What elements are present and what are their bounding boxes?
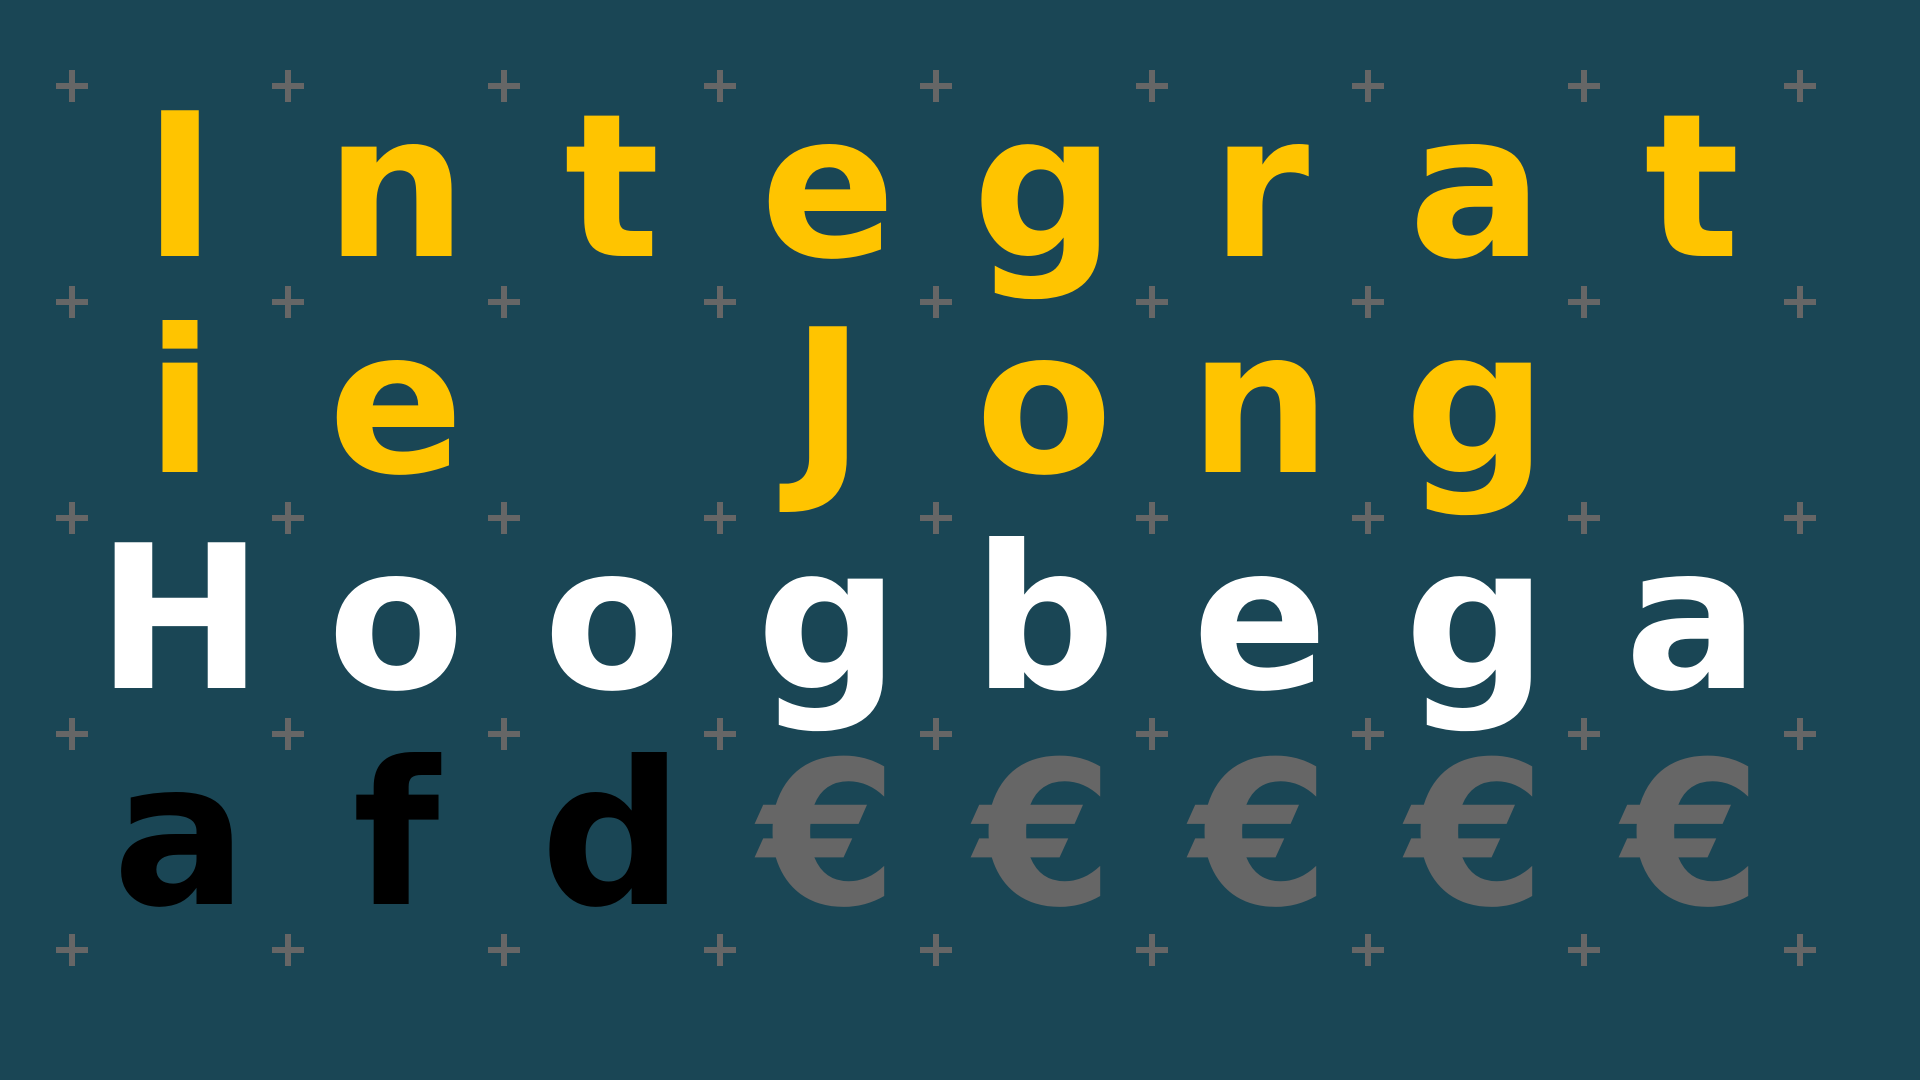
letter-glyph: € (1622, 719, 1762, 952)
letter-cell: i (72, 302, 288, 518)
letter-cell: n (288, 86, 504, 302)
letter-cell: d (504, 734, 720, 950)
letter-cell: J (720, 302, 936, 518)
letter-cell: € (1152, 734, 1368, 950)
letter-cell: g (1368, 302, 1584, 518)
letter-glyph: g (1404, 287, 1548, 520)
letter-glyph: o (543, 503, 681, 736)
letter-glyph: a (1408, 71, 1544, 304)
letter-cell: a (1584, 518, 1800, 734)
letter-glyph: e (760, 71, 896, 304)
letter-cell: o (936, 302, 1152, 518)
letter-cell: e (720, 86, 936, 302)
letter-cell: a (72, 734, 288, 950)
letter-cell: r (1152, 86, 1368, 302)
letter-glyph: g (972, 71, 1116, 304)
letter-cell: € (936, 734, 1152, 950)
letter-glyph: t (564, 71, 660, 304)
letter-cell: H (72, 518, 288, 734)
letter-glyph: f (352, 719, 440, 952)
letter-glyph: i (145, 287, 215, 520)
letter-glyph: a (112, 719, 248, 952)
letter-glyph: g (1404, 503, 1548, 736)
letter-cell: e (288, 302, 504, 518)
letter-glyph: e (1192, 503, 1328, 736)
letter-glyph: I (142, 71, 218, 304)
letter-glyph: o (975, 287, 1113, 520)
letter-glyph: H (96, 503, 264, 736)
letter-glyph: d (540, 719, 684, 952)
letter-glyph: t (1644, 71, 1740, 304)
letter-cell: g (936, 86, 1152, 302)
letter-glyph: J (790, 287, 866, 520)
letter-cell: t (1584, 86, 1800, 302)
letter-glyph: n (324, 71, 468, 304)
letter-cell: t (504, 86, 720, 302)
letter-cell: a (1368, 86, 1584, 302)
letter-glyph: o (327, 503, 465, 736)
letter-cell: f (288, 734, 504, 950)
letter-glyph: € (974, 719, 1114, 952)
letter-glyph: n (1188, 287, 1332, 520)
letter-grid-canvas: In t e g r a t i e Jo n g Ho o g b e g a a f d € € € € € (0, 0, 1920, 1080)
letter-cell: € (720, 734, 936, 950)
letter-glyph: € (1190, 719, 1330, 952)
letter-glyph: g (756, 503, 900, 736)
letter-glyph: € (758, 719, 898, 952)
letter-glyph: € (1406, 719, 1546, 952)
letter-cell: I (72, 86, 288, 302)
letter-cell: o (504, 518, 720, 734)
letter-cell: n (1152, 302, 1368, 518)
letter-cell: b (936, 518, 1152, 734)
letter-cell: g (1368, 518, 1584, 734)
letter-glyph: r (1210, 71, 1310, 304)
letter-cell: g (720, 518, 936, 734)
letter-cell: o (288, 518, 504, 734)
letter-cell: € (1584, 734, 1800, 950)
letter-cell: e (1152, 518, 1368, 734)
letter-cell: € (1368, 734, 1584, 950)
letter-glyph: b (972, 503, 1116, 736)
letter-glyph: e (328, 287, 464, 520)
letter-glyph: a (1624, 503, 1760, 736)
